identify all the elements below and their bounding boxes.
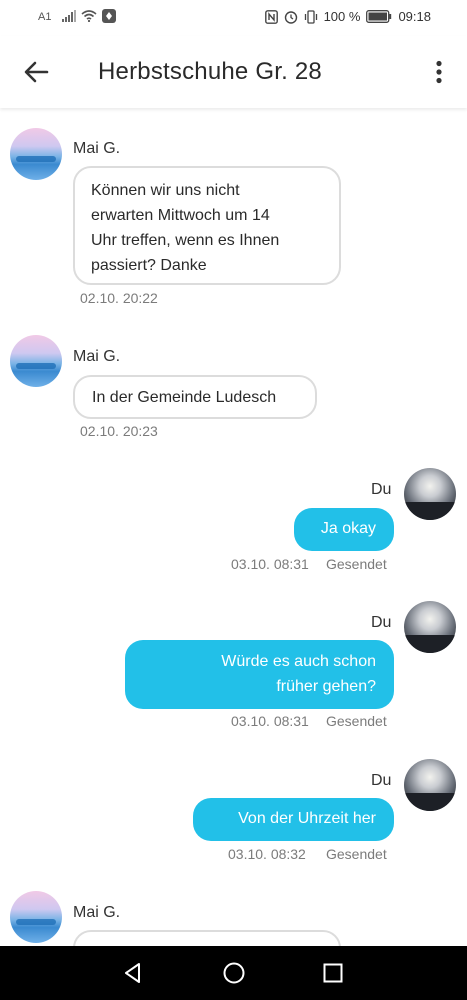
avatar[interactable]: [10, 891, 62, 943]
message-line: In der Gemeinde Ludesch: [92, 389, 277, 406]
message-line: Können wir uns nicht: [91, 182, 240, 199]
nav-recents-button[interactable]: [321, 961, 345, 985]
wifi-icon: [81, 10, 97, 22]
alarm-icon: [284, 10, 297, 24]
message-line: erwarten Mittwoch um 14: [91, 207, 270, 224]
home-circle-icon: [223, 962, 245, 984]
message-line: früher gehen?: [276, 678, 376, 695]
message-line: Von der Uhrzeit her: [238, 810, 376, 827]
notification-icon: [102, 9, 116, 23]
message-line: Würde es auch schon: [221, 653, 376, 670]
carrier-label: A1: [38, 11, 52, 23]
message-bubble[interactable]: Würde es auch schon früher gehen?: [125, 640, 394, 709]
message-time: 02.10. 20:22: [80, 290, 158, 306]
message-bubble[interactable]: Von der Uhrzeit her: [193, 798, 394, 841]
back-triangle-icon: [125, 963, 140, 983]
message-line: passiert? Danke: [91, 257, 207, 274]
message-time: 03.10. 08:31: [231, 713, 309, 729]
more-options-button[interactable]: [433, 60, 445, 84]
battery-icon: [366, 10, 392, 23]
clock: 09:18: [398, 9, 431, 24]
avatar[interactable]: [404, 759, 456, 811]
arrow-left-icon: [24, 61, 49, 83]
message-time: 03.10. 08:31: [231, 556, 309, 572]
sender-name: Mai G.: [73, 904, 121, 921]
message-line: Ja okay: [320, 520, 376, 537]
avatar[interactable]: [10, 128, 62, 180]
status-bar: A1 100 % 09:18: [0, 0, 467, 36]
message-time: 02.10. 20:23: [80, 423, 158, 439]
nav-back-button[interactable]: [121, 961, 145, 985]
sender-name: Mai G.: [73, 140, 121, 157]
avatar[interactable]: [404, 468, 456, 520]
more-vertical-icon: [436, 60, 442, 84]
signal-icon: [62, 10, 76, 22]
avatar[interactable]: [404, 601, 456, 653]
vibrate-icon: [304, 9, 317, 24]
sender-name: Du: [371, 481, 392, 498]
sender-name: Du: [371, 772, 392, 789]
app-bar: Herbstschuhe Gr. 28: [0, 36, 467, 108]
battery-percent: 100 %: [323, 9, 361, 24]
recents-square-icon: [323, 963, 343, 983]
avatar[interactable]: [10, 335, 62, 387]
message-bubble[interactable]: In der Gemeinde Ludesch: [73, 375, 317, 419]
page-title: Herbstschuhe Gr. 28: [98, 58, 322, 85]
message-bubble[interactable]: Können wir uns nicht erwarten Mittwoch u…: [73, 166, 341, 285]
message-bubble[interactable]: Ja okay: [294, 508, 394, 551]
delivery-status: Gesendet: [326, 846, 387, 862]
delivery-status: Gesendet: [326, 713, 387, 729]
message-line: Uhr treffen, wenn es Ihnen: [91, 232, 280, 249]
system-nav-bar: [0, 946, 467, 1000]
delivery-status: Gesendet: [326, 556, 387, 572]
sender-name: Mai G.: [73, 348, 121, 365]
back-button[interactable]: [20, 58, 54, 86]
message-time: 03.10. 08:32: [228, 846, 306, 862]
nfc-icon: [264, 9, 278, 24]
sender-name: Du: [371, 614, 392, 631]
nav-home-button[interactable]: [222, 961, 246, 985]
